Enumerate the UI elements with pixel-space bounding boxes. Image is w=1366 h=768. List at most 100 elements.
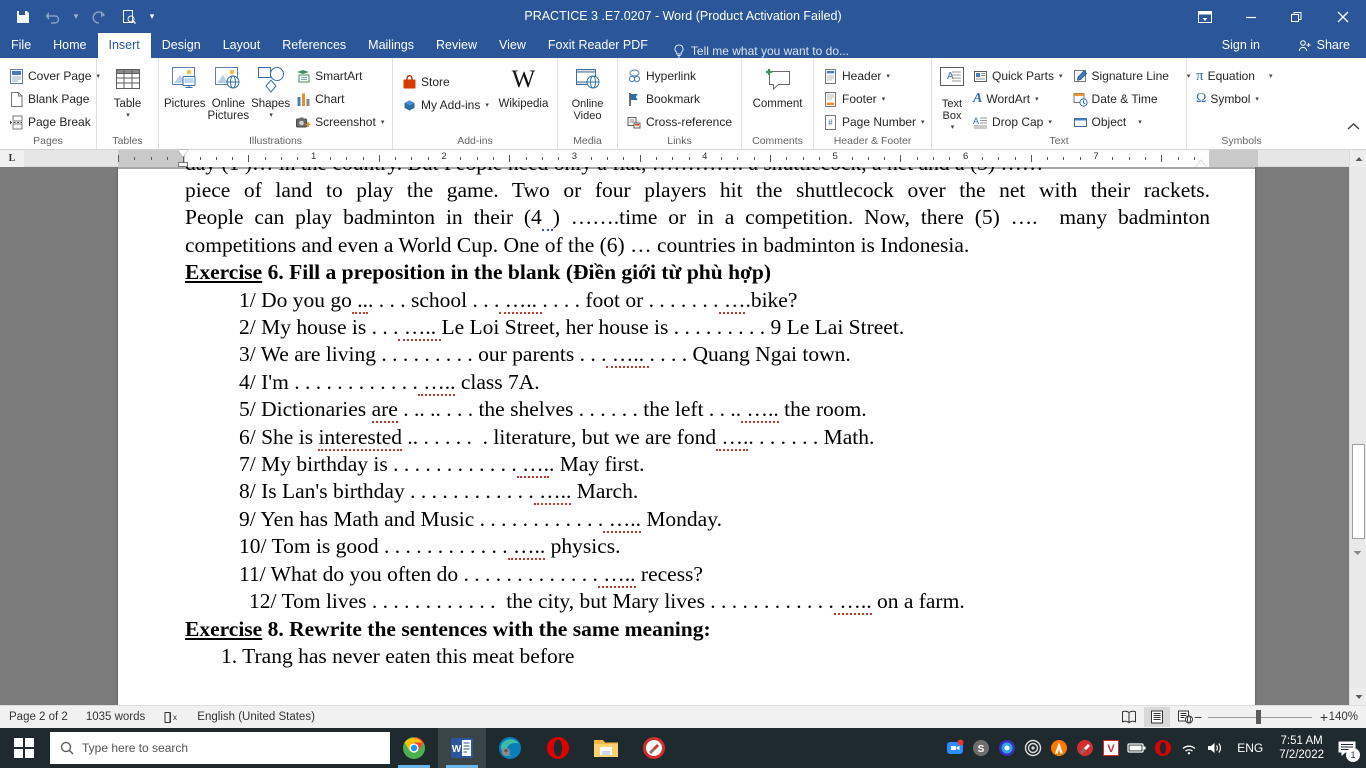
store-button[interactable]: Store (398, 71, 493, 93)
chevron-down-icon[interactable]: ▾ (381, 118, 385, 126)
chevron-down-icon[interactable]: ▾ (921, 118, 925, 126)
tray-avast-icon[interactable] (1047, 728, 1071, 768)
object-button[interactable]: Object ▾ (1069, 111, 1195, 133)
word-count[interactable]: 1035 words (77, 711, 154, 723)
tab-view[interactable]: View (488, 33, 537, 58)
tab-review[interactable]: Review (425, 33, 488, 58)
chart-button[interactable]: Chart (292, 88, 388, 110)
header-button[interactable]: Header ▾ (819, 65, 894, 87)
close-button[interactable] (1320, 0, 1366, 33)
action-center-button[interactable]: 1 (1332, 728, 1362, 768)
tray-zoom-app-icon[interactable] (943, 728, 967, 768)
language-indicator[interactable]: English (United States) (188, 711, 324, 723)
taskbar-edge[interactable] (486, 728, 534, 768)
quick-parts-button[interactable]: Quick Parts ▾ (969, 65, 1067, 87)
share-button[interactable]: Share (1290, 33, 1358, 58)
ruler-track[interactable]: 1 2 3 4 5 6 7 (118, 150, 1258, 167)
table-button[interactable]: Table ▾ (102, 61, 153, 122)
chevron-down-icon[interactable]: ▾ (882, 95, 886, 103)
pictures-button[interactable]: Pictures (164, 61, 206, 110)
chevron-down-icon[interactable]: ▾ (1138, 118, 1142, 126)
minimize-button[interactable] (1228, 0, 1274, 33)
read-mode-view-button[interactable] (1116, 707, 1142, 727)
tab-design[interactable]: Design (151, 33, 212, 58)
taskbar-ccleaner[interactable] (630, 728, 678, 768)
document-page[interactable]: day (1 )… in the country. But People nee… (118, 167, 1255, 705)
chevron-down-icon[interactable]: ▾ (951, 122, 955, 134)
cover-page-button[interactable]: Cover Page ▾ (5, 65, 104, 87)
taskbar-opera[interactable] (534, 728, 582, 768)
wikipedia-button[interactable]: W Wikipedia (495, 61, 552, 110)
tab-mailings[interactable]: Mailings (357, 33, 425, 58)
taskbar-file-explorer[interactable] (582, 728, 630, 768)
document-area[interactable]: day (1 )… in the country. But People nee… (0, 167, 1366, 705)
smartart-button[interactable]: SmartArt (292, 65, 388, 87)
split-window-handle[interactable] (1353, 550, 1362, 556)
online-video-button[interactable]: Online Video (563, 61, 612, 122)
tab-foxit-reader-pdf[interactable]: Foxit Reader PDF (537, 33, 659, 58)
tray-language[interactable]: ENG (1229, 741, 1271, 755)
tray-opera-icon[interactable] (1151, 728, 1175, 768)
screenshot-button[interactable]: Screenshot ▾ (292, 111, 388, 133)
zoom-thumb[interactable] (1256, 710, 1261, 724)
drop-cap-button[interactable]: A Drop Cap ▾ (969, 111, 1067, 133)
wordart-button[interactable]: A WordArt ▾ (969, 88, 1067, 110)
chevron-down-icon[interactable]: ▾ (1269, 72, 1273, 80)
scroll-up-button[interactable] (1350, 150, 1366, 167)
taskbar-search-box[interactable]: Type here to search (50, 732, 390, 764)
signature-line-button[interactable]: Signature Line ▾ (1069, 65, 1195, 87)
tab-stop-selector[interactable]: L (0, 150, 24, 167)
bookmark-button[interactable]: Bookmark (623, 88, 704, 110)
ribbon-display-options-icon[interactable] (1182, 0, 1228, 33)
text-box-button[interactable]: A Text Box ▾ (937, 61, 967, 134)
vertical-scrollbar[interactable] (1349, 150, 1366, 705)
symbol-button[interactable]: Ω Symbol ▾ (1192, 88, 1263, 110)
scroll-down-button[interactable] (1350, 688, 1366, 705)
chevron-down-icon[interactable]: ▾ (485, 101, 489, 109)
zoom-slider[interactable]: − + (1194, 707, 1328, 727)
cross-reference-button[interactable]: Cross-reference (623, 111, 736, 133)
chevron-down-icon[interactable]: ▾ (1255, 95, 1259, 103)
collapse-ribbon-button[interactable] (1347, 122, 1360, 131)
chevron-down-icon[interactable]: ▾ (269, 110, 273, 122)
scrollbar-thumb[interactable] (1352, 444, 1365, 539)
footer-button[interactable]: Footer ▾ (819, 88, 889, 110)
tray-wifi-icon[interactable] (1177, 728, 1201, 768)
horizontal-ruler[interactable]: L 1 2 3 4 5 6 7 (0, 150, 1366, 167)
tray-skype-icon[interactable]: S (969, 728, 993, 768)
tray-coccoc-icon[interactable] (995, 728, 1019, 768)
restore-button[interactable] (1274, 0, 1320, 33)
taskbar-word[interactable]: W (438, 728, 486, 768)
tray-clock[interactable]: 7:51 AM 7/2/2022 (1273, 734, 1330, 762)
tell-me-search[interactable]: Tell me what you want to do... (659, 44, 849, 58)
zoom-in-button[interactable]: + (1320, 709, 1328, 725)
chevron-down-icon[interactable]: ▾ (1035, 95, 1039, 103)
tray-volume-icon[interactable] (1203, 728, 1227, 768)
online-pictures-button[interactable]: Online Pictures (208, 61, 249, 122)
tray-battery-icon[interactable] (1125, 728, 1149, 768)
page-indicator[interactable]: Page 2 of 2 (0, 711, 77, 723)
zoom-out-button[interactable]: − (1194, 709, 1202, 725)
tab-file[interactable]: File (0, 33, 42, 58)
chevron-down-icon[interactable]: ▾ (886, 72, 890, 80)
chevron-down-icon[interactable]: ▾ (126, 110, 130, 122)
sign-in-button[interactable]: Sign in (1222, 33, 1260, 58)
start-button[interactable] (0, 728, 48, 768)
page-number-button[interactable]: # Page Number ▾ (819, 111, 929, 133)
print-layout-view-button[interactable] (1144, 707, 1170, 727)
first-line-indent-marker[interactable] (178, 150, 188, 158)
document-body[interactable]: day (1 )… in the country. But People nee… (185, 167, 1210, 670)
tab-layout[interactable]: Layout (212, 33, 272, 58)
proofing-errors-icon[interactable]: x (154, 711, 188, 724)
my-addins-button[interactable]: My Add-ins ▾ (398, 94, 493, 116)
tray-vsdc-icon[interactable]: V (1099, 728, 1123, 768)
tab-home[interactable]: Home (42, 33, 97, 58)
equation-button[interactable]: π Equation ▾ (1192, 65, 1276, 87)
tab-references[interactable]: References (271, 33, 357, 58)
tray-ccleaner-icon[interactable] (1073, 728, 1097, 768)
shapes-button[interactable]: Shapes ▾ (251, 61, 290, 122)
taskbar-chrome[interactable] (390, 728, 438, 768)
chevron-down-icon[interactable]: ▾ (1059, 72, 1063, 80)
page-break-button[interactable]: Page Break (5, 111, 95, 133)
hyperlink-button[interactable]: Hyperlink (623, 65, 700, 87)
